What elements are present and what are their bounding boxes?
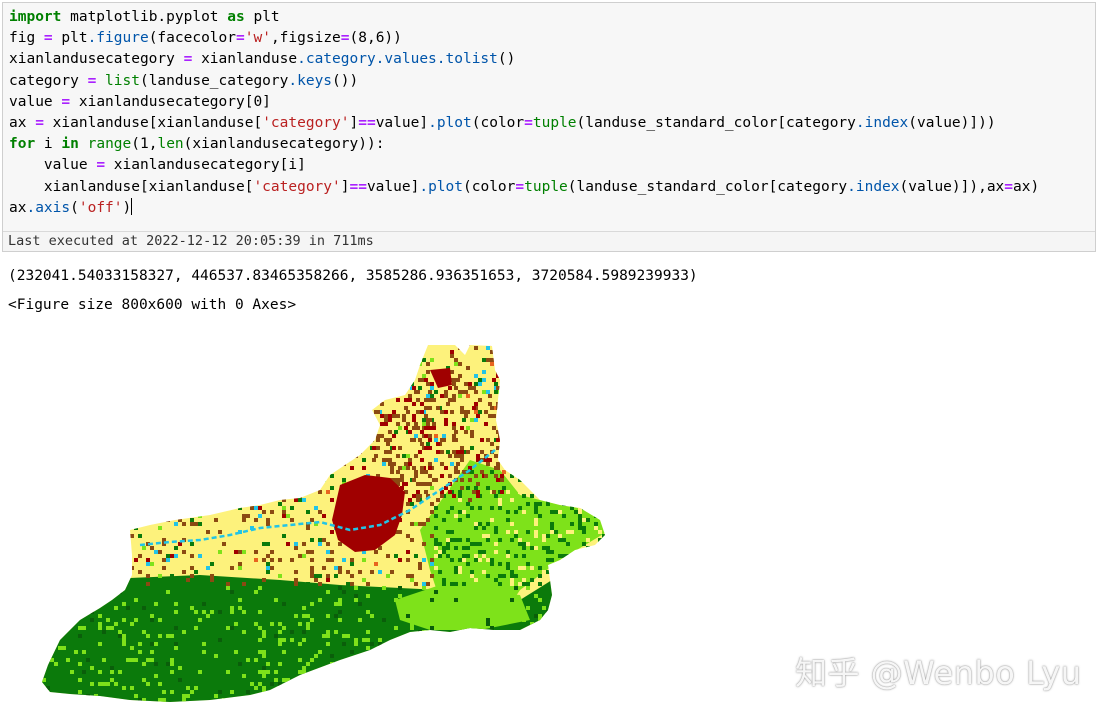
code-line-2: fig = plt.figure(facecolor='w',figsize=(…	[9, 30, 402, 47]
code-line-3: xianlandusecategory = xianlanduse.catego…	[9, 51, 516, 68]
code-line-6: ax = xianlanduse[xianlanduse['category']…	[9, 115, 996, 132]
code-line-10: ax.axis('off')	[9, 197, 133, 216]
code-line-1: import matplotlib.pyplot as plt	[9, 9, 280, 25]
text-cursor	[131, 197, 133, 215]
code-editor[interactable]: import matplotlib.pyplot as plt fig = plt…	[3, 7, 1099, 219]
output-extent: (232041.54033158327, 446537.83465358266,…	[8, 268, 698, 284]
landuse-map	[42, 345, 605, 702]
execution-status: Last executed at 2022-12-12 20:05:39 in …	[3, 231, 1095, 251]
code-line-4: category = list(landuse_category.keys())	[9, 72, 359, 89]
code-line-5: value = xianlandusecategory[0]	[9, 93, 271, 110]
watermark: 知乎 @Wenbo Lyu	[795, 654, 1082, 692]
code-line-8: value = xianlandusecategory[i]	[9, 157, 306, 174]
code-cell[interactable]: import matplotlib.pyplot as plt fig = plt…	[2, 2, 1096, 252]
code-line-7: for i in range(1,len(xianlandusecategory…	[9, 136, 385, 153]
landuse-map-layer	[42, 345, 605, 702]
code-line-9: xianlanduse[xianlanduse['category']==val…	[9, 178, 1040, 195]
output-figure-repr: <Figure size 800x600 with 0 Axes>	[8, 297, 297, 313]
